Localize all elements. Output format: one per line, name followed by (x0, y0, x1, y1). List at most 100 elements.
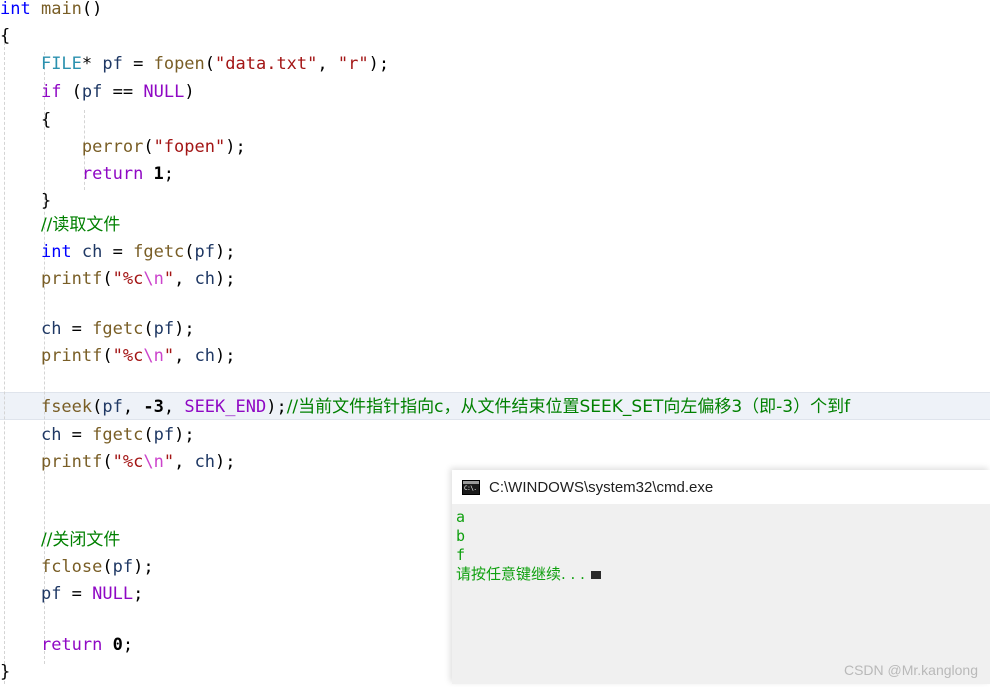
token-paren: ( (102, 557, 113, 577)
token-brace: { (0, 26, 11, 46)
console-window[interactable]: C:\WINDOWS\system32\cmd.exe a b f 请按任意键继… (452, 470, 990, 684)
token-string: " (163, 452, 175, 472)
code-line-3[interactable]: FILE* pf = fopen("data.txt", "r"); (0, 51, 990, 79)
token-comment: //关闭文件 (40, 530, 121, 550)
token-comma: , (163, 397, 185, 417)
token-escape: \n (143, 269, 164, 289)
token-keyword: int (0, 0, 31, 19)
token-function: printf (40, 269, 103, 289)
token-number: 0 (102, 635, 123, 655)
code-line-5[interactable]: { (0, 107, 990, 135)
token-operator: = (102, 242, 134, 262)
token-comma: , (122, 397, 144, 417)
token-string: "%c (112, 269, 144, 289)
token-paren: ( (61, 82, 82, 102)
token-identifier: pf (102, 54, 123, 74)
token-string: " (163, 346, 175, 366)
console-prompt-text: 请按任意键继续. . . (456, 565, 585, 583)
token-identifier: pf (40, 584, 62, 604)
token-paren: ); (368, 54, 390, 74)
token-paren: ); (174, 425, 195, 445)
token-pointer: * (81, 54, 103, 74)
watermark: CSDN @Mr.kanglong (843, 662, 978, 678)
token-comment: //当前文件指针指向c，从文件结束位置SEEK_SET向左偏移3（即-3）个到f (286, 397, 851, 417)
token-operator: = (61, 319, 93, 339)
console-output-line: a (456, 508, 466, 526)
token-identifier: ch (40, 425, 62, 445)
token-function: printf (40, 452, 103, 472)
token-paren: ( (184, 242, 195, 262)
code-line-6[interactable]: perror("fopen"); (0, 134, 990, 162)
code-line-1[interactable]: int main() (0, 0, 990, 24)
token-paren: ( (143, 425, 154, 445)
token-paren: ( (204, 54, 216, 74)
token-string: "fopen" (153, 137, 226, 157)
token-string: "%c (112, 346, 144, 366)
token-paren: ( (143, 137, 154, 157)
token-function: perror (81, 137, 144, 157)
code-line-11[interactable]: printf("%c\n", ch); (0, 266, 990, 294)
token-identifier: ch (40, 319, 62, 339)
console-output-line: b (456, 527, 466, 545)
code-line-9[interactable]: //读取文件 (0, 212, 990, 240)
token-paren: ( (102, 269, 113, 289)
token-paren: ( (143, 319, 154, 339)
token-paren: ( (92, 397, 103, 417)
code-line-7[interactable]: return 1; (0, 161, 990, 189)
token-semicolon: ; (122, 635, 134, 655)
code-line-16[interactable]: fseek(pf, -3, SEEK_END);//当前文件指针指向c，从文件结… (0, 394, 990, 422)
token-paren: ( (102, 452, 113, 472)
token-null: NULL (92, 584, 134, 604)
token-brace: { (40, 110, 52, 130)
token-function: printf (40, 346, 103, 366)
console-title: C:\WINDOWS\system32\cmd.exe (489, 478, 714, 496)
token-paren: ); (133, 557, 154, 577)
token-operator: == (102, 82, 144, 102)
token-keyword: int (40, 242, 72, 262)
token-operator: = (122, 54, 154, 74)
console-output: a b f 请按任意键继续. . . (452, 504, 990, 584)
token-paren: ); (266, 397, 287, 417)
token-function: main (40, 0, 82, 19)
token-keyword: return (40, 635, 103, 655)
code-line-10[interactable]: int ch = fgetc(pf); (0, 239, 990, 267)
token-identifier: ch (194, 269, 216, 289)
token-identifier: pf (153, 425, 175, 445)
token-string: "data.txt" (215, 54, 318, 74)
console-titlebar[interactable]: C:\WINDOWS\system32\cmd.exe (452, 470, 990, 504)
token-function: fopen (153, 54, 205, 74)
token-string: "%c (112, 452, 144, 472)
token-keyword: return (81, 164, 144, 184)
token-function: fseek (40, 397, 93, 417)
token-paren: ); (174, 319, 195, 339)
console-output-line: 请按任意键继续. . . (456, 565, 990, 584)
token-comma: , (174, 452, 195, 472)
code-line-14[interactable]: printf("%c\n", ch); (0, 343, 990, 371)
token-paren: ); (215, 452, 236, 472)
code-line-13[interactable]: ch = fgetc(pf); (0, 316, 990, 344)
token-paren: ) (184, 82, 195, 102)
token-null: NULL (143, 82, 185, 102)
token-brace: } (40, 191, 52, 211)
token-brace: } (0, 662, 11, 682)
code-line-2[interactable]: { (0, 23, 990, 51)
token-keyword: if (40, 82, 62, 102)
token-semicolon: ; (163, 164, 175, 184)
token-identifier: pf (112, 557, 134, 577)
console-cursor (590, 570, 601, 579)
token-paren: ); (225, 137, 246, 157)
token-escape: \n (143, 346, 164, 366)
token-number: 1 (143, 164, 164, 184)
token-identifier: pf (102, 397, 123, 417)
token-paren: ( (102, 346, 113, 366)
token-identifier: ch (194, 452, 216, 472)
code-line-17[interactable]: ch = fgetc(pf); (0, 422, 990, 450)
token-number: -3 (143, 397, 164, 417)
token-function: fclose (40, 557, 103, 577)
token-semicolon: ; (133, 584, 144, 604)
token-comma: , (174, 346, 195, 366)
token-operator: = (61, 584, 93, 604)
code-line-4[interactable]: if (pf == NULL) (0, 79, 990, 107)
token-string: "r" (337, 54, 369, 74)
token-type: FILE (40, 54, 82, 74)
